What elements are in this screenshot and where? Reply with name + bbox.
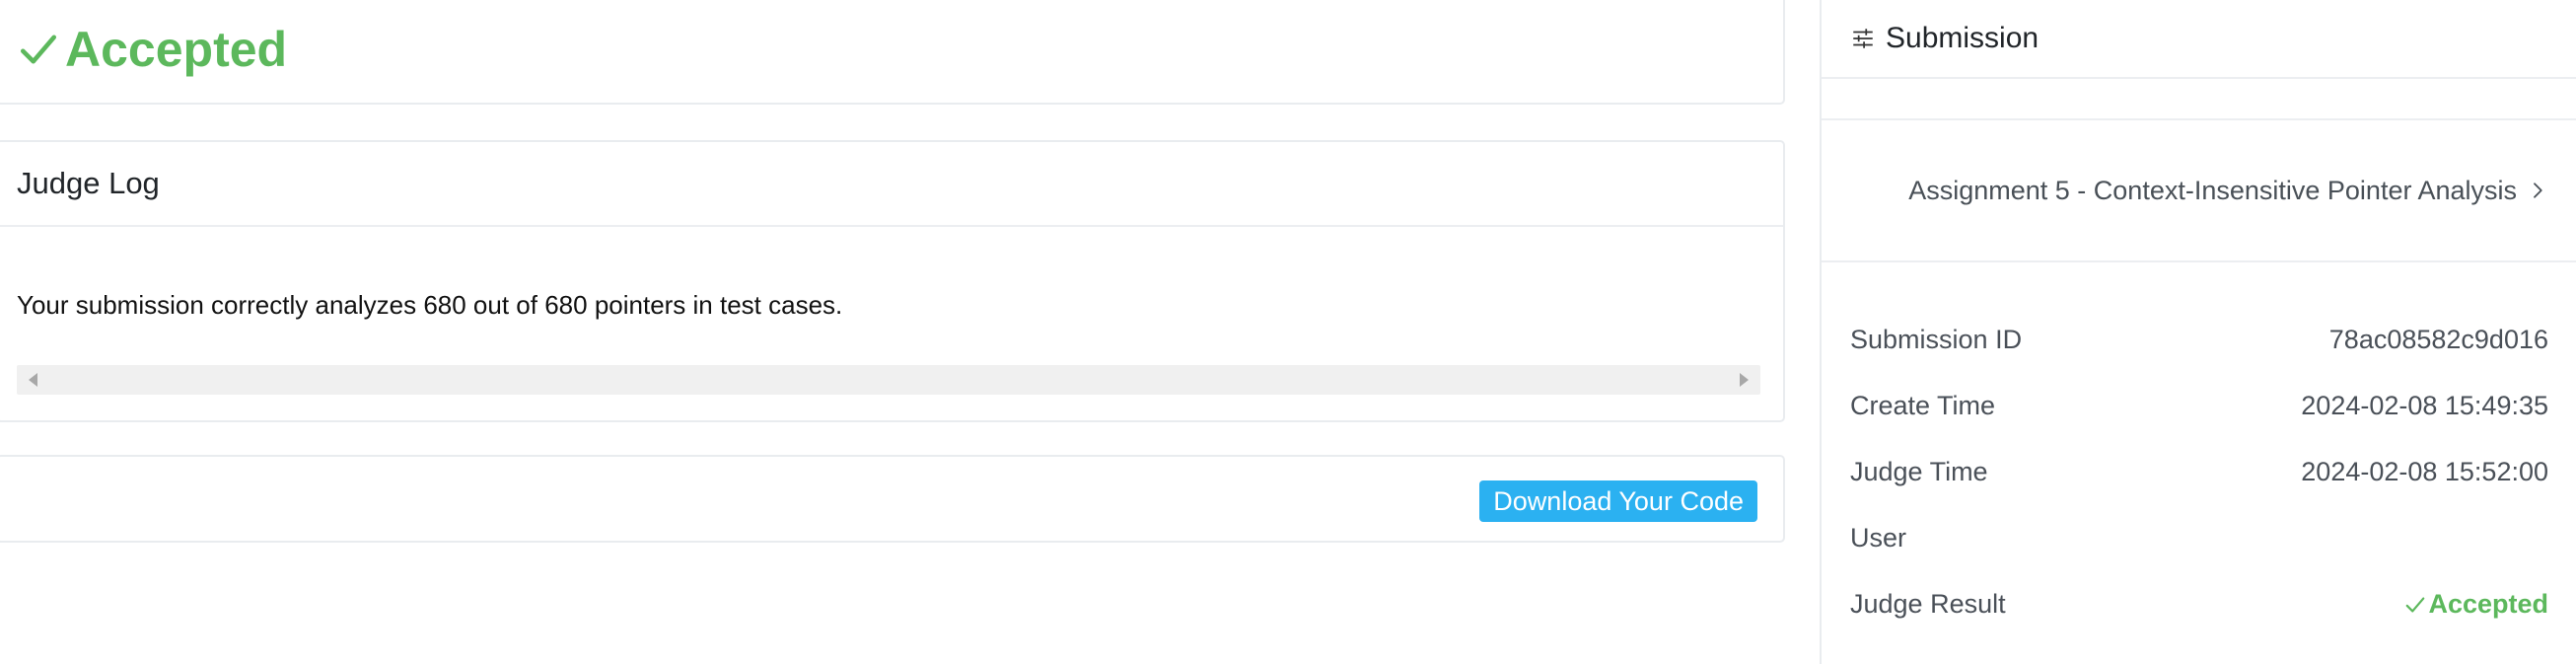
result-title-text: Accepted (65, 22, 288, 77)
download-card: Download Your Code (0, 455, 1785, 543)
info-row-create-time: Create Time 2024-02-08 15:49:35 (1850, 373, 2548, 439)
info-label: Create Time (1850, 391, 1996, 420)
info-label: Judge Result (1850, 589, 2006, 619)
download-code-button[interactable]: Download Your Code (1479, 480, 1757, 522)
info-label: User (1850, 523, 1907, 553)
scroll-right-icon[interactable] (1740, 373, 1749, 387)
judge-log-title: Judge Log (0, 142, 1783, 227)
submission-info-list: Submission ID 78ac08582c9d016 Create Tim… (1850, 307, 2548, 637)
check-icon (2406, 596, 2425, 613)
judge-log-message: Your submission correctly analyzes 680 o… (17, 290, 843, 320)
judge-time-value: 2024-02-08 15:52:00 (2301, 457, 2548, 486)
info-label: Submission ID (1850, 325, 2023, 354)
create-time-value: 2024-02-08 15:49:35 (2301, 391, 2548, 420)
judge-log-card: Judge Log Your submission correctly anal… (0, 140, 1785, 422)
judge-log-scrollbar[interactable] (17, 365, 1760, 395)
main-content: Accepted Judge Log Your submission corre… (0, 0, 1787, 664)
judge-result-text: Accepted (2428, 589, 2548, 619)
info-label: Judge Time (1850, 457, 1988, 486)
chevron-right-icon (2534, 183, 2542, 198)
sidebar-divider (1822, 79, 2576, 120)
sliders-icon (1853, 29, 1873, 48)
judge-result-value: Accepted (2404, 589, 2548, 620)
result-title: Accepted (18, 2, 287, 97)
submission-sidebar: Submission Assignment 5 - Context-Insens… (1820, 0, 2576, 664)
check-icon (20, 35, 57, 64)
info-row-judge-time: Judge Time 2024-02-08 15:52:00 (1850, 439, 2548, 505)
scroll-left-icon[interactable] (29, 373, 37, 387)
submission-id-value: 78ac08582c9d016 (2328, 325, 2548, 354)
result-card: Accepted (0, 0, 1785, 105)
info-row-submission-id: Submission ID 78ac08582c9d016 (1850, 307, 2548, 373)
problem-row: Assignment 5 - Context-Insensitive Point… (1822, 120, 2576, 262)
sidebar-header: Submission (1822, 0, 2576, 79)
problem-link[interactable]: Assignment 5 - Context-Insensitive Point… (1908, 176, 2546, 206)
sidebar-header-title: Submission (1886, 22, 2039, 54)
problem-link-text: Assignment 5 - Context-Insensitive Point… (1908, 175, 2517, 205)
info-row-judge-result: Judge Result Accepted (1850, 571, 2548, 637)
info-row-user: User (1850, 505, 2548, 571)
